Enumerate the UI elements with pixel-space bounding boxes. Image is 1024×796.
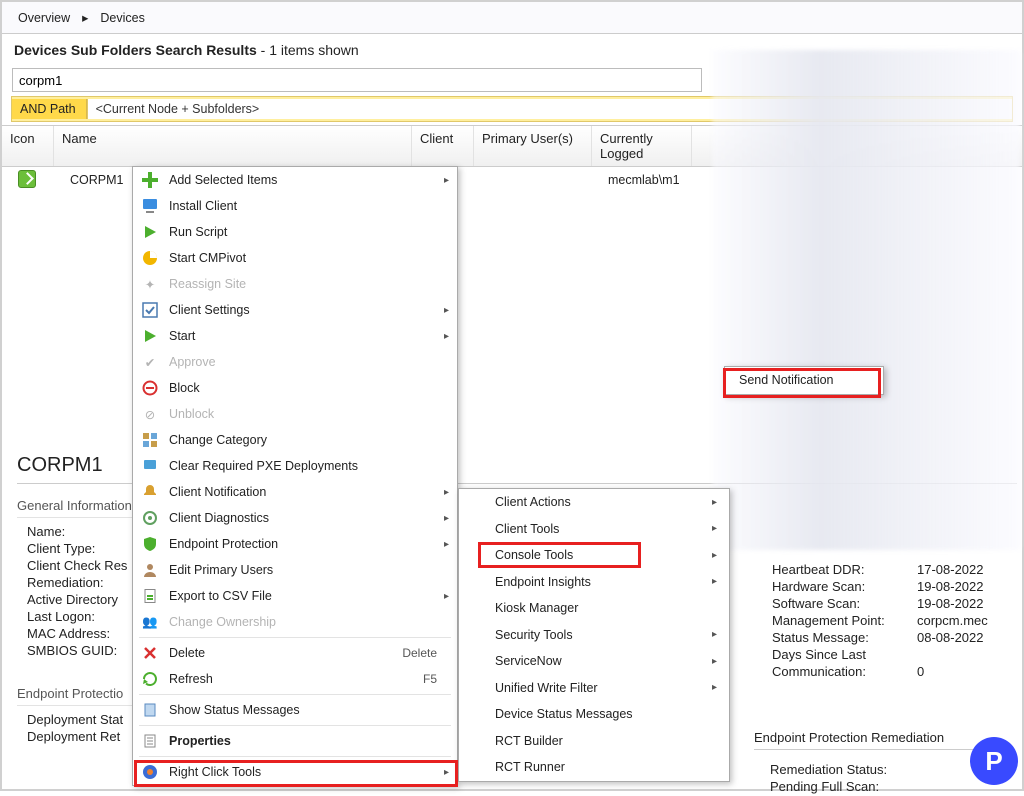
device-ok-icon xyxy=(18,170,36,188)
results-count: 1 items shown xyxy=(269,42,358,58)
mi-run-script[interactable]: Run Script xyxy=(133,219,457,245)
smi-console-tools[interactable]: Console Tools xyxy=(459,542,729,569)
smi-endpoint-insights[interactable]: Endpoint Insights xyxy=(459,569,729,596)
smi-device-status[interactable]: Device Status Messages xyxy=(459,701,729,728)
smi-rct-builder[interactable]: RCT Builder xyxy=(459,728,729,755)
right-details: Heartbeat DDR:17-08-2022 Hardware Scan:1… xyxy=(772,562,1012,681)
th-logged[interactable]: Currently Logged xyxy=(592,126,692,166)
submenu-console-tools[interactable]: Send Notification xyxy=(724,366,884,395)
refresh-icon xyxy=(139,668,161,690)
checkbox-icon xyxy=(139,299,161,321)
search-input[interactable] xyxy=(12,68,702,92)
section-ep-remediation: Endpoint Protection Remediation xyxy=(754,730,1004,750)
smi-send-notification[interactable]: Send Notification xyxy=(725,367,883,394)
mi-install-client[interactable]: Install Client xyxy=(133,193,457,219)
mi-add-selected[interactable]: Add Selected Items xyxy=(133,167,457,193)
plus-icon xyxy=(139,169,161,191)
rct-icon xyxy=(139,761,161,783)
mi-client-notification[interactable]: Client Notification xyxy=(133,479,457,505)
submenu-rct[interactable]: Client Actions Client Tools Console Tool… xyxy=(458,488,730,782)
play-icon xyxy=(139,221,161,243)
smi-servicenow[interactable]: ServiceNow xyxy=(459,648,729,675)
smi-client-actions[interactable]: Client Actions xyxy=(459,489,729,516)
smi-kiosk[interactable]: Kiosk Manager xyxy=(459,595,729,622)
user-icon xyxy=(139,559,161,581)
mi-client-diagnostics[interactable]: Client Diagnostics xyxy=(133,505,457,531)
mi-properties[interactable]: Properties xyxy=(133,728,457,754)
smi-client-tools[interactable]: Client Tools xyxy=(459,516,729,543)
cmpivot-icon xyxy=(139,247,161,269)
mi-change-category[interactable]: Change Category xyxy=(133,427,457,453)
delete-icon xyxy=(139,642,161,664)
mi-refresh[interactable]: RefreshF5 xyxy=(133,666,457,692)
bell-icon xyxy=(139,481,161,503)
th-icon[interactable]: Icon xyxy=(2,126,54,166)
smi-security-tools[interactable]: Security Tools xyxy=(459,622,729,649)
reassign-icon: ✦ xyxy=(139,273,161,295)
mi-reassign-site: ✦Reassign Site xyxy=(133,271,457,297)
mi-cmpivot[interactable]: Start CMPivot xyxy=(133,245,457,271)
mi-start[interactable]: Start xyxy=(133,323,457,349)
properties-icon xyxy=(139,730,161,752)
blurred-panel xyxy=(712,50,1020,550)
smi-rct-runner[interactable]: RCT Runner xyxy=(459,754,729,781)
pxe-icon xyxy=(139,455,161,477)
export-icon xyxy=(139,585,161,607)
th-client[interactable]: Client xyxy=(412,126,474,166)
shield-icon xyxy=(139,533,161,555)
unblock-icon: ⊘ xyxy=(139,403,161,425)
category-icon xyxy=(139,429,161,451)
mi-change-ownership: 👥Change Ownership xyxy=(133,609,457,635)
mi-edit-primary-users[interactable]: Edit Primary Users xyxy=(133,557,457,583)
breadcrumb-devices[interactable]: Devices xyxy=(100,11,144,25)
th-primary[interactable]: Primary User(s) xyxy=(474,126,592,166)
status-icon xyxy=(139,699,161,721)
mi-client-settings[interactable]: Client Settings xyxy=(133,297,457,323)
mi-block[interactable]: Block xyxy=(133,375,457,401)
diagnostics-icon xyxy=(139,507,161,529)
smi-uwf[interactable]: Unified Write Filter xyxy=(459,675,729,702)
mi-show-status[interactable]: Show Status Messages xyxy=(133,697,457,723)
block-icon xyxy=(139,377,161,399)
approve-icon: ✔ xyxy=(139,351,161,373)
mi-approve: ✔Approve xyxy=(133,349,457,375)
context-menu[interactable]: Add Selected Items Install Client Run Sc… xyxy=(132,166,458,786)
cell-logged: mecmlab\m1 xyxy=(600,173,700,187)
th-name[interactable]: Name xyxy=(54,126,412,166)
filter-combo[interactable]: AND Path xyxy=(12,99,87,119)
mi-endpoint-protection[interactable]: Endpoint Protection xyxy=(133,531,457,557)
breadcrumb-overview[interactable]: Overview xyxy=(18,11,70,25)
ownership-icon: 👥 xyxy=(139,611,161,633)
results-title: Devices Sub Folders Search Results xyxy=(14,42,257,58)
install-icon xyxy=(139,195,161,217)
mi-export-csv[interactable]: Export to CSV File xyxy=(133,583,457,609)
play-green-icon xyxy=(139,325,161,347)
chevron-right-icon: ▸ xyxy=(82,10,88,25)
breadcrumb[interactable]: Overview ▸ Devices xyxy=(2,2,1022,34)
mi-clear-pxe[interactable]: Clear Required PXE Deployments xyxy=(133,453,457,479)
watermark-logo: P xyxy=(970,737,1018,785)
mi-delete[interactable]: DeleteDelete xyxy=(133,640,457,666)
mi-unblock: ⊘Unblock xyxy=(133,401,457,427)
mi-right-click-tools[interactable]: Right Click Tools xyxy=(133,759,457,785)
